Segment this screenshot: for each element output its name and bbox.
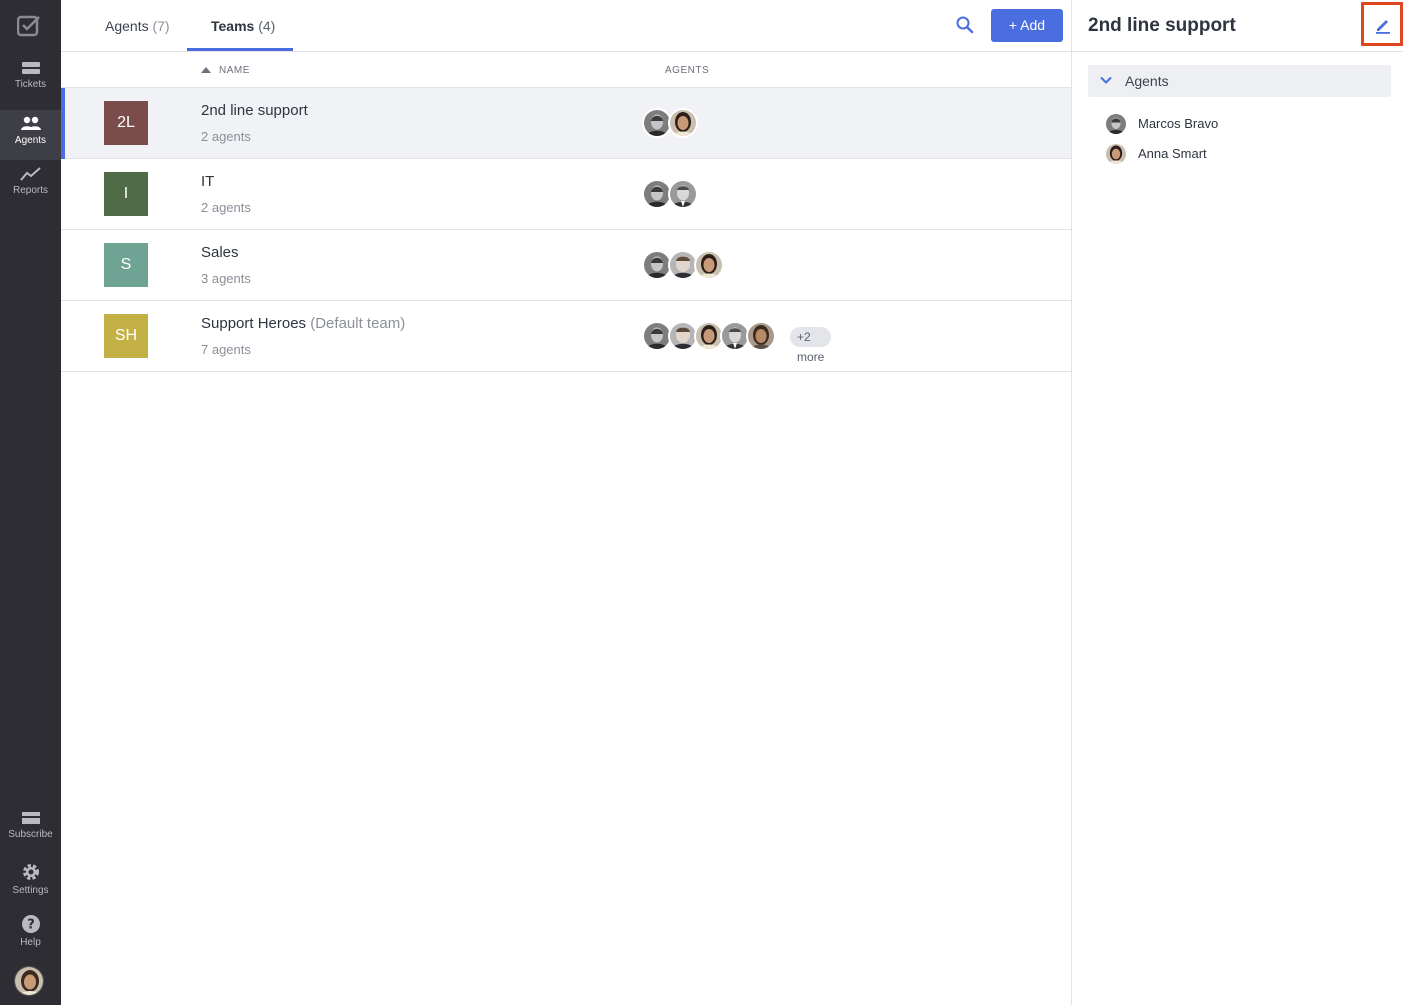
tab-label: Teams <box>211 18 255 34</box>
tab-agents[interactable]: Agents (7) <box>105 0 170 52</box>
avatar <box>668 108 698 138</box>
table-header: NAME AGENTS <box>61 52 1071 88</box>
search-icon[interactable] <box>954 14 976 36</box>
team-name: Support Heroes (Default team) <box>201 315 406 332</box>
tab-count: (4) <box>258 18 276 34</box>
team-name: Sales <box>201 244 239 261</box>
nav-label: Subscribe <box>8 829 53 840</box>
team-badge: I <box>104 172 148 216</box>
avatar <box>1106 114 1126 134</box>
chevron-down-icon <box>1100 76 1112 84</box>
team-agent-count: 3 agents <box>201 271 251 286</box>
team-badge: 2L <box>104 101 148 145</box>
nav-help[interactable]: ? Help <box>0 914 61 964</box>
avatar <box>746 321 776 351</box>
main-header: Agents (7) Teams (4) + Add <box>61 0 1071 52</box>
column-agents: AGENTS <box>665 65 710 76</box>
app-logo-icon[interactable] <box>17 15 41 37</box>
nav-reports[interactable]: Reports <box>0 166 61 216</box>
active-tab-indicator <box>187 48 293 51</box>
team-name: 2nd line support <box>201 102 308 119</box>
card-icon <box>21 812 40 824</box>
avatar <box>1106 144 1126 164</box>
column-name[interactable]: NAME <box>219 65 250 76</box>
nav-agents[interactable]: Agents <box>0 110 61 160</box>
table-row[interactable]: SH Support Heroes (Default team) 7 agent… <box>61 301 1071 372</box>
help-icon: ? <box>21 915 40 933</box>
team-agent-count: 2 agents <box>201 200 251 215</box>
agent-name: Marcos Bravo <box>1138 116 1219 131</box>
team-detail-panel: 2nd line support Agents Marcos Bravo Ann… <box>1071 0 1403 1005</box>
nav-label: Tickets <box>14 79 47 90</box>
nav-label: Reports <box>12 185 48 196</box>
table-row[interactable]: I IT 2 agents <box>61 159 1071 230</box>
pencil-icon <box>1376 20 1390 34</box>
user-avatar[interactable] <box>14 966 44 996</box>
gear-icon <box>22 864 39 880</box>
avatar <box>668 179 698 209</box>
agent-name: Anna Smart <box>1138 146 1207 161</box>
nav-label: Agents <box>14 135 47 146</box>
team-agent-count: 2 agents <box>201 129 251 144</box>
more-agents-badge[interactable]: +2 more <box>790 327 832 364</box>
nav-label: Settings <box>12 885 49 896</box>
panel-title: 2nd line support <box>1088 15 1236 36</box>
team-name: IT <box>201 173 215 190</box>
team-agent-count: 7 agents <box>201 342 251 357</box>
table-row[interactable]: 2L 2nd line support 2 agents <box>61 88 1071 159</box>
reports-icon <box>19 167 41 181</box>
sort-ascending-icon[interactable] <box>201 67 211 73</box>
team-badge: SH <box>104 314 148 358</box>
tab-label: Agents <box>105 18 149 34</box>
tab-count: (7) <box>152 18 170 34</box>
svg-text:?: ? <box>27 918 35 933</box>
section-label: Agents <box>1125 73 1169 89</box>
app-sidebar: Tickets Agents Reports Subscribe Setting… <box>0 0 61 1005</box>
divider <box>1072 51 1403 52</box>
tab-teams[interactable]: Teams (4) <box>211 0 275 52</box>
nav-subscribe[interactable]: Subscribe <box>0 810 61 860</box>
nav-settings[interactable]: Settings <box>0 862 61 912</box>
nav-label: Help <box>20 937 41 948</box>
ticket-icon <box>21 62 40 74</box>
agents-section-toggle[interactable]: Agents <box>1088 65 1391 97</box>
agents-icon <box>20 116 41 130</box>
team-badge: S <box>104 243 148 287</box>
default-team-label: (Default team) <box>310 315 406 332</box>
table-row[interactable]: S Sales 3 agents <box>61 230 1071 301</box>
nav-tickets[interactable]: Tickets <box>0 60 61 110</box>
edit-button[interactable] <box>1361 2 1403 46</box>
add-button[interactable]: + Add <box>991 9 1063 42</box>
avatar <box>694 250 724 280</box>
